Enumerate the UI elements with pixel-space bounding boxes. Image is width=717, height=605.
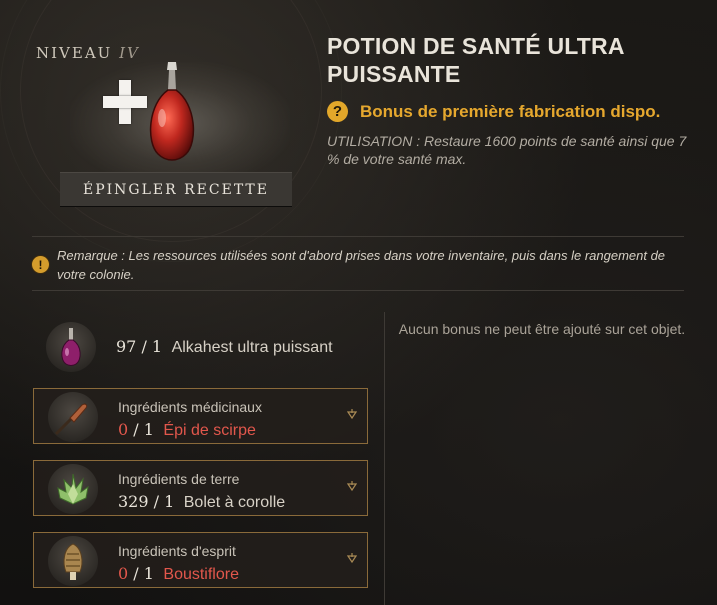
question-mark-icon[interactable]: ?	[327, 101, 348, 122]
ingredient-required: 1	[143, 420, 154, 439]
alkahest-flask-icon	[46, 322, 96, 372]
chevron-down-icon[interactable]	[347, 409, 357, 421]
level-value: IV	[119, 44, 140, 62]
ingredient-row-earth[interactable]: Ingrédients de terre 329 / 1 Bolet à cor…	[33, 460, 368, 516]
note-text: Remarque : Les ressources utilisées sont…	[57, 248, 666, 282]
bonus-text: Bonus de première fabrication dispo.	[360, 101, 661, 121]
ingredient-line: 0 / 1 Boustiflore	[118, 564, 239, 583]
ingredient-name: Bolet à corolle	[183, 494, 286, 511]
ingredient-required: 1	[143, 564, 154, 583]
health-plus-icon	[103, 80, 147, 124]
ingredient-owned: 0	[118, 564, 129, 583]
ingredient-name: Épi de scirpe	[163, 422, 256, 439]
first-craft-bonus: ? Bonus de première fabrication dispo.	[327, 101, 660, 122]
ingredient-category: Ingrédients médicinaux	[118, 399, 262, 415]
ingredient-owned: 97	[116, 337, 137, 356]
ingredient-row-medicinal[interactable]: Ingrédients médicinaux 0 / 1 Épi de scir…	[33, 388, 368, 444]
ingredient-line: 97 / 1 Alkahest ultra puissant	[116, 337, 333, 356]
level-label-text: NIVEAU	[36, 44, 113, 62]
chevron-down-icon[interactable]	[347, 553, 357, 565]
scirpe-icon	[48, 392, 98, 442]
divider-top	[32, 236, 684, 237]
usage-description: UTILISATION : Restaure 1600 points de sa…	[327, 133, 687, 167]
health-potion-icon	[149, 62, 195, 161]
boustiflore-icon	[48, 536, 98, 586]
ingredient-owned: 0	[118, 420, 129, 439]
ingredient-owned: 329	[118, 492, 149, 511]
ingredient-name: Alkahest ultra puissant	[171, 339, 333, 356]
ingredient-category: Ingrédients de terre	[118, 471, 240, 487]
ingredient-line: 329 / 1 Bolet à corolle	[118, 492, 286, 511]
chevron-down-icon[interactable]	[347, 481, 357, 493]
divider-bottom	[32, 290, 684, 291]
ingredient-row-spirit[interactable]: Ingrédients d'esprit 0 / 1 Boustiflore	[33, 532, 368, 588]
ingredient-required: 1	[151, 337, 163, 356]
bolet-icon	[48, 464, 98, 514]
ingredient-row-alkahest: 97 / 1 Alkahest ultra puissant	[46, 320, 376, 374]
ingredient-required: 1	[164, 492, 175, 511]
item-title: POTION DE SANTÉ ULTRA PUISSANTE	[327, 33, 624, 87]
ingredient-category: Ingrédients d'esprit	[118, 543, 236, 559]
no-bonus-text: Aucun bonus ne peut être ajouté sur cet …	[398, 321, 686, 337]
pin-recipe-button[interactable]: ÉPINGLER RECETTE	[60, 172, 292, 206]
warning-icon: !	[32, 256, 49, 273]
ingredient-line: 0 / 1 Épi de scirpe	[118, 420, 256, 439]
bonus-panel-divider	[384, 312, 385, 605]
level-label: NIVEAU IV	[36, 44, 140, 62]
ingredient-name: Boustiflore	[163, 566, 239, 583]
